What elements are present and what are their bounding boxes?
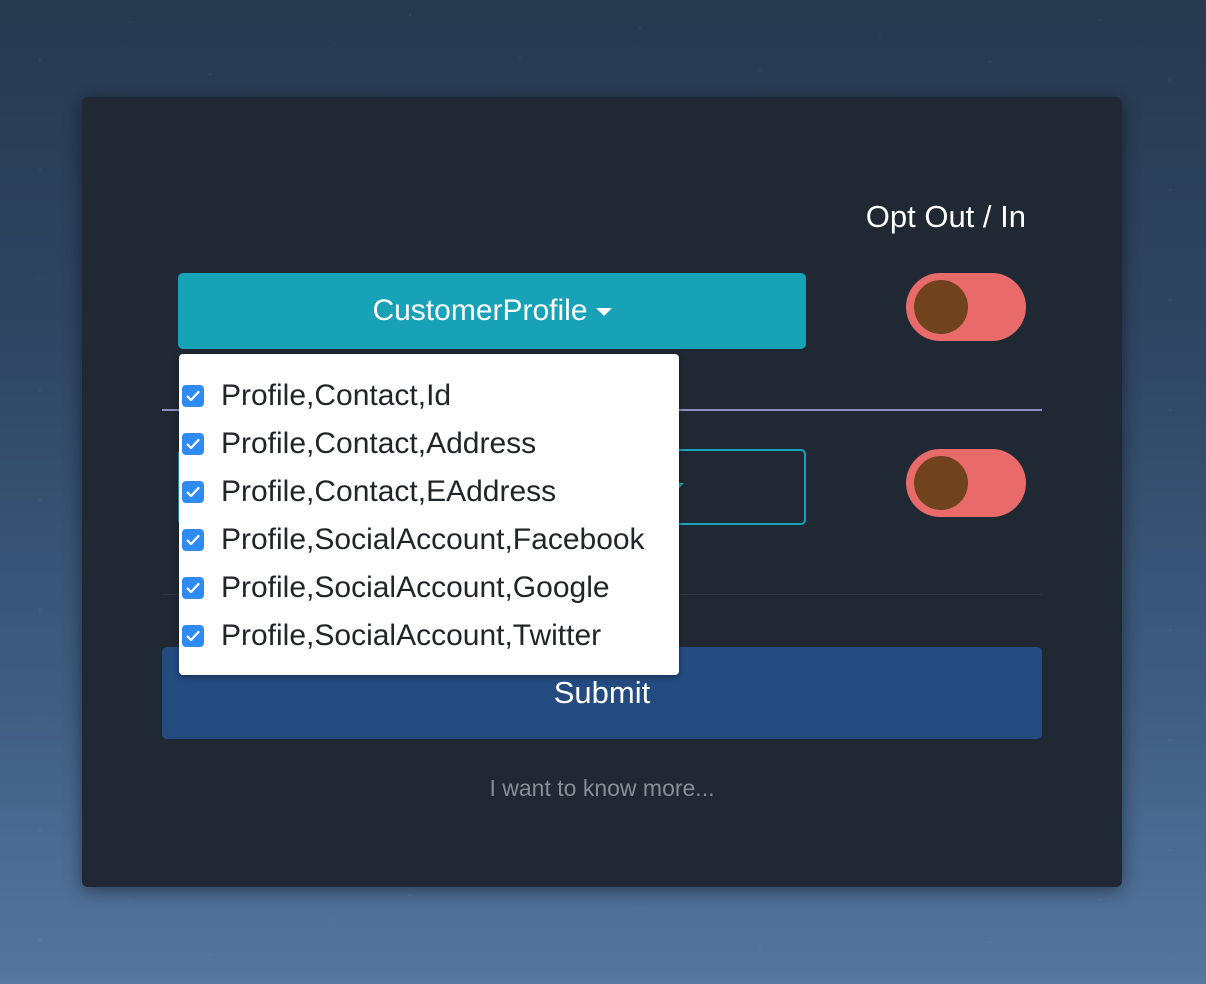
checkbox-checked-icon[interactable]: [182, 625, 204, 647]
checkbox-checked-icon[interactable]: [182, 385, 204, 407]
customer-profile-dropdown-button[interactable]: CustomerProfile: [178, 273, 806, 349]
checkbox-checked-icon[interactable]: [182, 577, 204, 599]
checkbox-checked-icon[interactable]: [182, 481, 204, 503]
consent-toggle-2[interactable]: [906, 449, 1026, 517]
menu-item-profile-contact-eaddress[interactable]: Profile,Contact,EAddress: [179, 468, 679, 516]
menu-item-profile-contact-id[interactable]: Profile,Contact,Id: [179, 372, 679, 420]
dropdown-menu: Profile,Contact,Id Profile,Contact,Addre…: [179, 354, 679, 675]
menu-item-label: Profile,SocialAccount,Google: [221, 571, 610, 604]
toggle-knob: [914, 456, 968, 510]
menu-item-label: Profile,SocialAccount,Twitter: [221, 619, 602, 652]
menu-item-label: Profile,Contact,EAddress: [221, 475, 557, 508]
caret-down-icon: [595, 308, 612, 316]
checkbox-checked-icon[interactable]: [182, 433, 204, 455]
checkbox-checked-icon[interactable]: [182, 529, 204, 551]
menu-item-label: Profile,Contact,Address: [221, 427, 537, 460]
know-more-link[interactable]: I want to know more...: [82, 775, 1122, 802]
menu-item-label: Profile,Contact,Id: [221, 379, 452, 412]
opt-out-in-heading: Opt Out / In: [865, 199, 1026, 234]
menu-item-profile-socialaccount-facebook[interactable]: Profile,SocialAccount,Facebook: [179, 516, 679, 564]
consent-toggle-1[interactable]: [906, 273, 1026, 341]
menu-item-profile-contact-address[interactable]: Profile,Contact,Address: [179, 420, 679, 468]
menu-item-profile-socialaccount-google[interactable]: Profile,SocialAccount,Google: [179, 564, 679, 612]
menu-item-profile-socialaccount-twitter[interactable]: Profile,SocialAccount,Twitter: [179, 612, 679, 660]
menu-item-label: Profile,SocialAccount,Facebook: [221, 523, 645, 556]
dropdown-label: CustomerProfile: [372, 294, 588, 327]
toggle-knob: [914, 280, 968, 334]
